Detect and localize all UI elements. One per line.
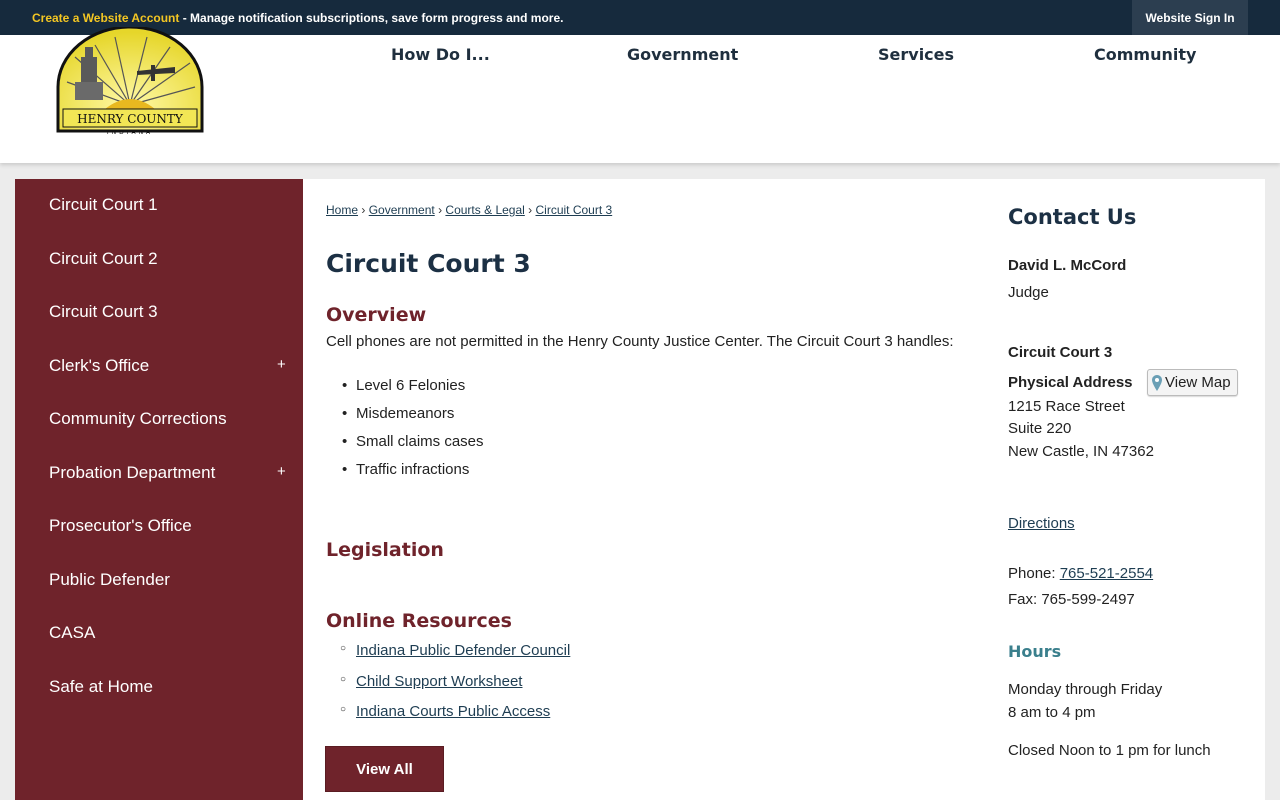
list-item: Misdemeanors	[342, 405, 484, 433]
phone-row: Phone: 765-521-2554	[1008, 565, 1153, 582]
sidebar-item-label: Community Corrections	[49, 409, 227, 428]
hours-heading: Hours	[1008, 642, 1062, 661]
contact-department: Circuit Court 3	[1008, 344, 1113, 361]
nav-services[interactable]: Services	[878, 45, 954, 64]
handles-list: Level 6 Felonies Misdemeanors Small clai…	[342, 377, 484, 489]
sidebar-item-label: Probation Department	[49, 463, 216, 482]
resources-list: Indiana Public Defender Council Child Su…	[340, 642, 570, 734]
logo-subtitle: INDIANA	[107, 129, 153, 136]
sidebar-item-label: Prosecutor's Office	[49, 516, 192, 535]
sidebar-item-community-corrections[interactable]: Community Corrections	[15, 394, 303, 444]
sidebar-item-circuit-court-1[interactable]: Circuit Court 1	[15, 180, 303, 230]
nav-community[interactable]: Community	[1094, 45, 1196, 64]
sidebar-item-label: Public Defender	[49, 570, 170, 589]
overview-heading: Overview	[326, 304, 427, 326]
sign-in-button[interactable]: Website Sign In	[1132, 0, 1248, 35]
overview-text: Cell phones are not permitted in the Hen…	[326, 333, 954, 350]
breadcrumb-courts-legal[interactable]: Courts & Legal	[445, 203, 524, 217]
sidebar-item-clerks-office[interactable]: Clerk's Office +	[15, 341, 303, 391]
legislation-heading: Legislation	[326, 539, 444, 561]
list-item: Indiana Courts Public Access	[340, 703, 570, 734]
nav-how-do-i[interactable]: How Do I...	[391, 45, 490, 64]
resource-link-child-support-worksheet[interactable]: Child Support Worksheet	[356, 673, 522, 690]
address-line-1: 1215 Race Street	[1008, 398, 1125, 415]
contact-name: David L. McCord	[1008, 257, 1127, 274]
logo-title: HENRY COUNTY	[77, 112, 184, 126]
address-line-2: Suite 220	[1008, 420, 1072, 437]
sidebar-item-circuit-court-3[interactable]: Circuit Court 3	[15, 287, 303, 337]
sidebar-item-prosecutors-office[interactable]: Prosecutor's Office	[15, 501, 303, 551]
address-label: Physical Address	[1008, 374, 1133, 391]
create-account-link[interactable]: Create a Website Account	[32, 11, 179, 25]
resource-link-public-defender-council[interactable]: Indiana Public Defender Council	[356, 642, 570, 659]
list-item: Level 6 Felonies	[342, 377, 484, 405]
promo-text: - Manage notification subscriptions, sav…	[179, 11, 564, 25]
sidebar-item-label: CASA	[49, 623, 96, 642]
list-item: Traffic infractions	[342, 461, 484, 489]
list-item: Child Support Worksheet	[340, 673, 570, 704]
phone-link[interactable]: 765-521-2554	[1060, 565, 1153, 582]
breadcrumb-circuit-court-3[interactable]: Circuit Court 3	[536, 203, 613, 217]
sidebar-item-label: Circuit Court 1	[49, 195, 158, 214]
sidebar-item-casa[interactable]: CASA	[15, 608, 303, 658]
sidebar-item-label: Clerk's Office	[49, 356, 150, 375]
hours-times: 8 am to 4 pm	[1008, 704, 1096, 721]
contact-us-heading: Contact Us	[1008, 205, 1137, 229]
breadcrumb-separator: ›	[361, 203, 366, 217]
view-map-button[interactable]: View Map	[1147, 369, 1238, 396]
map-pin-icon	[1152, 374, 1162, 391]
directions-link[interactable]: Directions	[1008, 515, 1075, 532]
expand-plus-icon[interactable]: +	[277, 463, 286, 480]
hours-lunch: Closed Noon to 1 pm for lunch	[1008, 742, 1211, 759]
contact-role: Judge	[1008, 284, 1049, 301]
online-resources-heading: Online Resources	[326, 610, 512, 632]
nav-government[interactable]: Government	[627, 45, 738, 64]
sidebar-item-label: Circuit Court 2	[49, 249, 158, 268]
fax-text: Fax: 765-599-2497	[1008, 591, 1135, 608]
view-all-button[interactable]: View All	[325, 746, 444, 792]
expand-plus-icon[interactable]: +	[277, 356, 286, 373]
address-line-3: New Castle, IN 47362	[1008, 443, 1154, 460]
breadcrumb-separator: ›	[438, 203, 443, 217]
breadcrumb-government[interactable]: Government	[369, 203, 435, 217]
breadcrumb-home[interactable]: Home	[326, 203, 358, 217]
henry-county-logo[interactable]: HENRY COUNTY INDIANA	[55, 25, 205, 139]
resource-link-courts-public-access[interactable]: Indiana Courts Public Access	[356, 703, 550, 720]
sidebar-item-safe-at-home[interactable]: Safe at Home	[15, 662, 303, 712]
breadcrumb-separator: ›	[528, 203, 533, 217]
site-header: HENRY COUNTY INDIANA How Do I... Governm…	[0, 25, 1280, 163]
page-title: Circuit Court 3	[326, 249, 531, 278]
hours-days: Monday through Friday	[1008, 681, 1163, 698]
list-item: Small claims cases	[342, 433, 483, 461]
list-item: Indiana Public Defender Council	[340, 642, 570, 673]
phone-label: Phone:	[1008, 565, 1060, 582]
directions-row: Directions	[1008, 515, 1075, 532]
sidebar-item-label: Circuit Court 3	[49, 302, 158, 321]
sidebar-item-public-defender[interactable]: Public Defender	[15, 555, 303, 605]
account-promo: Create a Website Account - Manage notifi…	[32, 11, 563, 25]
breadcrumb: Home › Government › Courts & Legal › Cir…	[326, 203, 612, 217]
sidebar-item-circuit-court-2[interactable]: Circuit Court 2	[15, 234, 303, 284]
sidebar-item-label: Safe at Home	[49, 677, 153, 696]
sidebar-nav: Circuit Court 1 Circuit Court 2 Circuit …	[15, 179, 303, 800]
sidebar-item-probation-department[interactable]: Probation Department +	[15, 448, 303, 498]
view-map-label: View Map	[1165, 374, 1231, 391]
